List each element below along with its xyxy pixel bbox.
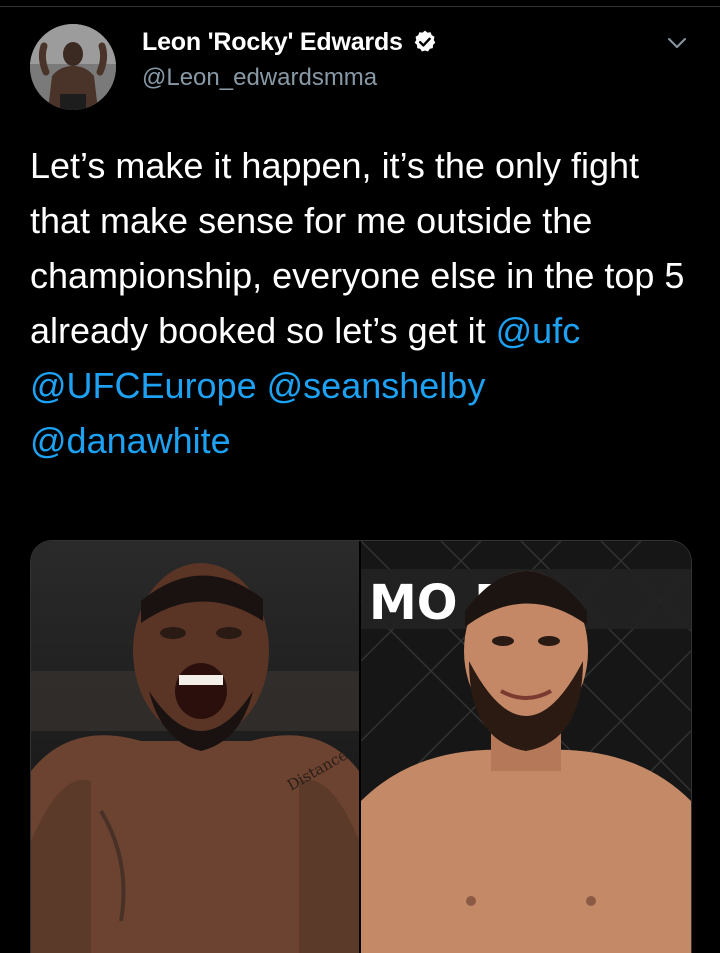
mention-link[interactable]: @seanshelby: [267, 365, 486, 406]
mention-link[interactable]: @UFCEurope: [30, 365, 257, 406]
media-photo-right: MO E: [360, 541, 691, 953]
chevron-down-icon[interactable]: [666, 32, 688, 54]
tweet-text: Let’s make it happen, it’s the only figh…: [30, 138, 690, 468]
tweet-text-segment: Let’s make it happen, it’s the only figh…: [30, 145, 685, 351]
avatar[interactable]: [30, 24, 116, 110]
tweet-header: Leon 'Rocky' Edwards @Leon_edwardsmma: [30, 24, 700, 110]
author-info: Leon 'Rocky' Edwards @Leon_edwardsmma: [142, 26, 438, 94]
avatar-photo: [30, 24, 116, 110]
tweet-text-segment: [257, 365, 267, 406]
author-handle[interactable]: @Leon_edwardsmma: [142, 62, 438, 94]
mention-link[interactable]: @danawhite: [30, 420, 231, 461]
media-photo-left: Distance: [31, 541, 359, 953]
display-name[interactable]: Leon 'Rocky' Edwards: [142, 26, 403, 58]
verified-badge-icon: [412, 29, 438, 55]
tweet-media[interactable]: Distance MO E: [30, 540, 692, 953]
mention-link[interactable]: @ufc: [496, 310, 581, 351]
top-divider: [0, 6, 720, 7]
